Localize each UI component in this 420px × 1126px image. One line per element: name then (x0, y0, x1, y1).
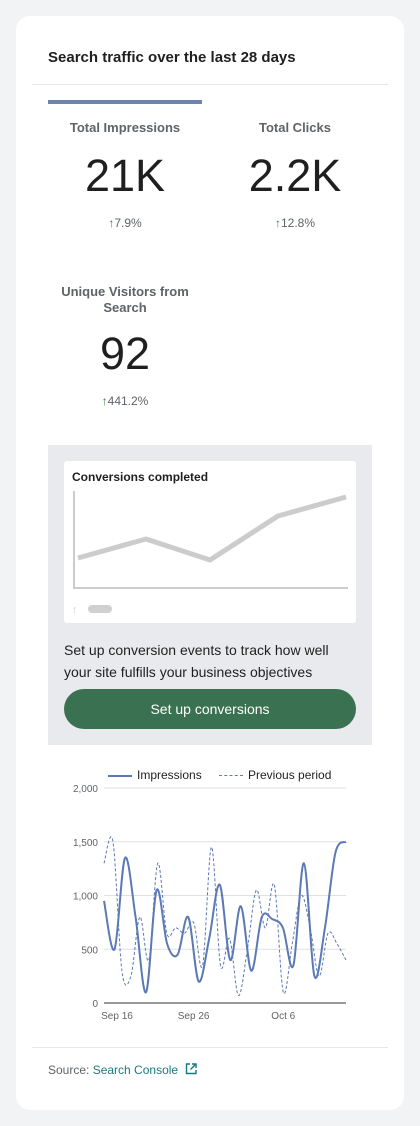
description-line1: Set up conversion events to track how we… (64, 642, 329, 658)
link-text: Search Console (92, 1063, 179, 1077)
metric-change-value: 7.9% (114, 216, 142, 230)
card-title: Search traffic over the last 28 days (48, 49, 296, 66)
conversions-preview-card: Conversions completed ↑ (64, 461, 356, 623)
title-divider (32, 84, 388, 85)
metric-total-clicks[interactable]: Total Clicks 2.2K ↑12.8% (218, 120, 372, 230)
svg-text:↑: ↑ (72, 604, 78, 616)
metric-label-line2: Search (103, 300, 147, 315)
metric-unique-visitors[interactable]: Unique Visitors from Search 92 ↑441.2% (48, 284, 202, 408)
footer-divider (32, 1047, 388, 1048)
y-tick-label: 0 (92, 999, 98, 1010)
series-line-impressions (103, 840, 347, 994)
conversions-placeholder-chart: ↑ (72, 491, 348, 616)
search-console-link[interactable]: Search Console (93, 1063, 198, 1077)
metric-change: ↑7.9% (48, 216, 202, 230)
metric-value: 21K (84, 150, 166, 201)
solid-line-swatch-icon (108, 774, 132, 777)
metric-label: Total Clicks (258, 120, 331, 135)
y-tick-label: 500 (81, 945, 98, 956)
metric-change: ↑441.2% (48, 394, 202, 408)
y-tick-label: 2,000 (73, 784, 98, 795)
setup-conversions-button[interactable]: Set up conversions (64, 689, 356, 729)
x-tick-label: Oct 6 (271, 1011, 295, 1022)
description-line2: your site fulfills your business objecti… (64, 664, 313, 680)
selected-metric-indicator (48, 100, 202, 104)
conversions-setup-panel: Conversions completed ↑ Set up conversio… (48, 445, 372, 745)
external-link-icon (186, 1063, 198, 1075)
metric-value: 2.2K (248, 150, 342, 201)
x-tick-label: Sep 26 (178, 1011, 210, 1022)
metric-value: 92 (99, 328, 151, 379)
metric-label: Unique Visitors from Search (48, 284, 202, 316)
x-tick-label: Sep 16 (101, 1011, 133, 1022)
footer-source: Source: Search Console (48, 1063, 198, 1077)
metric-label-line1: Unique Visitors from (61, 284, 189, 299)
metric-total-impressions[interactable]: Total Impressions 21K ↑7.9% (48, 120, 202, 230)
metric-label: Total Impressions (69, 120, 181, 135)
dashed-line-swatch-icon (219, 775, 243, 777)
search-traffic-line-chart: 0 500 1,000 1,500 2,000 Sep 16 Sep 26 Oct 6 (73, 784, 347, 1022)
metric-change-value: 441.2% (107, 394, 149, 408)
conversions-description: Set up conversion events to track how we… (64, 639, 364, 683)
metric-change: ↑12.8% (218, 216, 372, 230)
y-tick-label: 1,500 (73, 838, 98, 849)
y-tick-label: 1,000 (73, 892, 98, 903)
metric-change-value: 12.8% (280, 216, 316, 230)
source-label: Source: (48, 1063, 90, 1077)
